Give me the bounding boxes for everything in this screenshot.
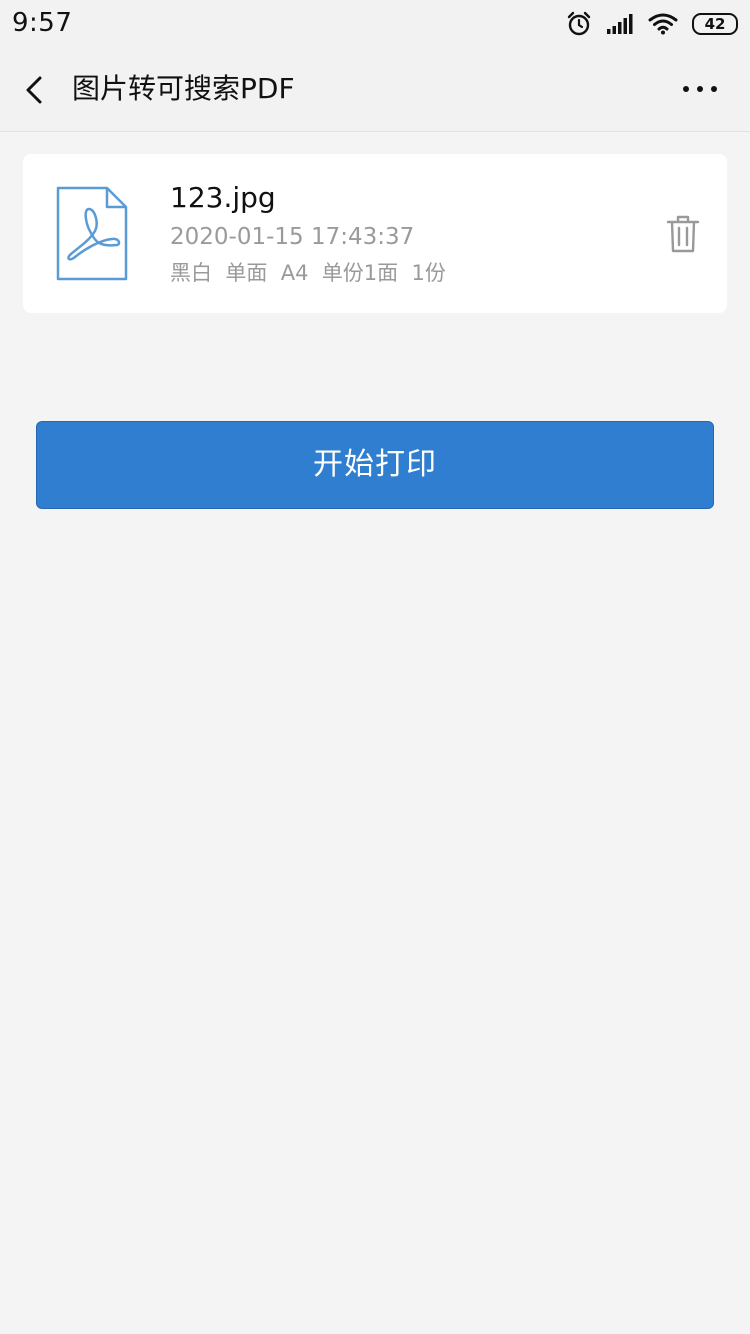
status-bar: 9:57 42 [0,0,750,48]
alarm-icon [567,11,591,36]
app-header: 图片转可搜索PDF [0,48,750,132]
file-name: 123.jpg [170,181,276,214]
wifi-icon [648,13,678,35]
page-title: 图片转可搜索PDF [72,72,295,105]
pdf-file-icon [56,186,128,281]
start-print-button[interactable]: 开始打印 [36,421,714,509]
trash-icon[interactable] [666,214,700,254]
signal-icon [607,14,633,34]
more-button[interactable] [680,74,720,104]
battery-level: 42 [704,15,726,33]
file-card[interactable]: 123.jpg 2020-01-15 17:43:37 黑白 单面 A4 单份1… [23,154,727,313]
status-icons: 42 [552,10,738,38]
back-button[interactable] [18,70,54,110]
battery-icon: 42 [692,13,738,35]
file-date: 2020-01-15 17:43:37 [170,224,415,250]
print-settings: 黑白 单面 A4 单份1面 1份 [170,261,446,285]
status-time: 9:57 [12,8,73,38]
